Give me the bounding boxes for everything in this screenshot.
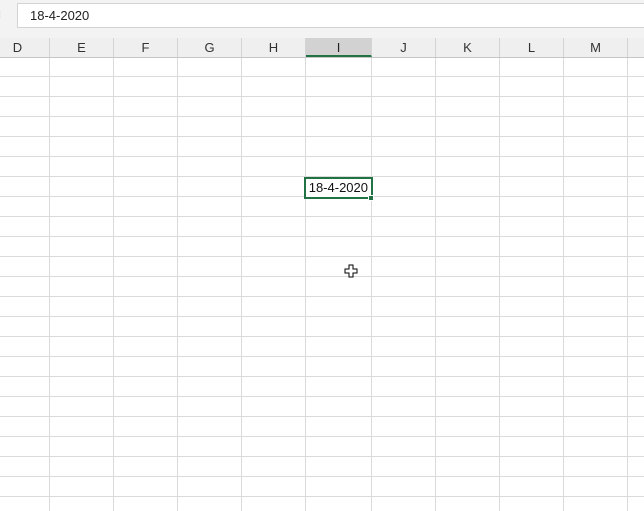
column-header-m[interactable]: M [564,38,628,57]
gridline [49,58,50,511]
gridline [627,58,628,511]
spreadsheet-grid[interactable] [0,58,644,511]
gridline [563,58,564,511]
column-header-h[interactable]: H [242,38,306,57]
column-header-d[interactable]: D [0,38,50,57]
formula-bar-edge-icon: ⁝ [0,10,1,21]
fill-handle[interactable] [368,195,374,201]
gridline [435,58,436,511]
gridline [305,58,306,511]
column-header-e[interactable]: E [50,38,114,57]
column-header-l[interactable]: L [500,38,564,57]
active-cell-i8[interactable]: 18-4-2020 [304,177,373,199]
gridline [177,58,178,511]
formula-bar: ⁝ 18-4-2020 [0,0,644,38]
column-header-g[interactable]: G [178,38,242,57]
column-header-row: D E F G H I J K L M [0,38,644,58]
gridline [371,58,372,511]
column-header-i[interactable]: I [306,38,372,57]
formula-input[interactable]: 18-4-2020 [17,3,644,28]
gridline [499,58,500,511]
column-header-k[interactable]: K [436,38,500,57]
gridline [241,58,242,511]
column-header-j[interactable]: J [372,38,436,57]
gridline [113,58,114,511]
column-header-f[interactable]: F [114,38,178,57]
plus-cross-cursor-icon [344,264,358,278]
